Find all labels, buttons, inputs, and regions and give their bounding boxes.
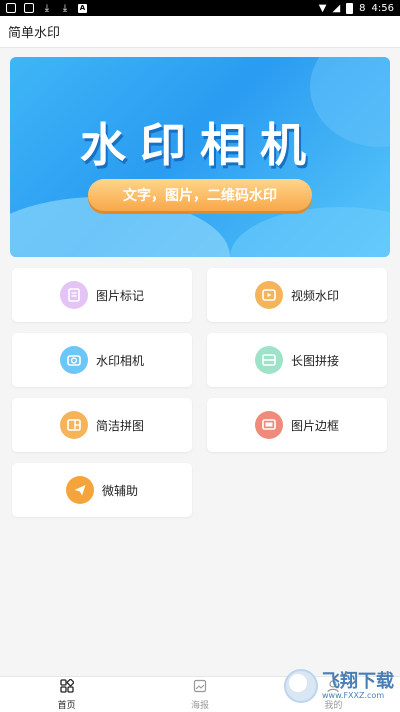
feature-label: 微辅助 [101, 483, 138, 498]
clock: 4:56 [371, 2, 394, 14]
app-bar: 简单水印 [0, 16, 400, 48]
download-icon: ⤓ [44, 2, 50, 14]
nav-item-home[interactable]: 首页 [0, 677, 133, 712]
wifi-icon: ▼ [318, 2, 327, 14]
battery-icon [346, 2, 354, 14]
notification-square-icon [24, 3, 34, 13]
feature-label: 长图拼接 [290, 353, 339, 368]
battery-level: 8 [359, 2, 366, 14]
feature-card-long-image[interactable]: 长图拼接 [207, 333, 387, 387]
banner-wave [230, 207, 390, 257]
feature-label: 简洁拼图 [95, 418, 144, 433]
tag-icon [59, 281, 88, 309]
banner[interactable]: 水印相机 文字，图片，二维码水印 [10, 57, 390, 257]
banner-title: 水印相机 [80, 118, 320, 172]
status-bar: ⤓ ⤓ A ▼ ◢ 8 4:56 [0, 0, 400, 16]
feature-label: 图片边框 [290, 418, 339, 433]
feature-card-image-frame[interactable]: 图片边框 [207, 398, 387, 452]
long-image-icon [254, 346, 283, 374]
page-title: 简单水印 [8, 26, 61, 41]
feature-label: 图片标记 [95, 288, 144, 303]
feature-card-simple-collage[interactable]: 简洁拼图 [12, 398, 192, 452]
notification-square-icon [6, 3, 16, 13]
nav-item-poster[interactable]: 海报 [133, 677, 266, 712]
home-grid-icon [60, 678, 74, 696]
app-notification-icon: A [78, 3, 87, 13]
nav-label: 首页 [57, 700, 76, 711]
feature-card-video-watermark[interactable]: 视频水印 [207, 268, 387, 322]
video-icon [254, 281, 283, 309]
feature-card-watermark-camera[interactable]: 水印相机 [12, 333, 192, 387]
watermark-logo-icon [284, 669, 318, 703]
site-watermark: 飞翔下载 www.FXXZ.com [284, 662, 398, 710]
feature-card-micro-assist[interactable]: 微辅助 [12, 463, 192, 517]
watermark-brand: 飞翔下载 [322, 670, 394, 692]
feature-label: 视频水印 [290, 288, 339, 303]
feature-label: 水印相机 [95, 353, 144, 368]
camera-icon [59, 346, 88, 374]
nav-label: 海报 [190, 700, 209, 711]
feature-card-image-tag[interactable]: 图片标记 [12, 268, 192, 322]
collage-icon [59, 411, 88, 439]
send-icon [65, 476, 94, 504]
poster-icon [193, 679, 207, 696]
frame-icon [254, 411, 283, 439]
download-icon: ⤓ [62, 2, 68, 14]
banner-subtitle: 文字，图片，二维码水印 [88, 179, 312, 211]
signal-icon: ◢ [332, 2, 341, 14]
watermark-url: www.FXXZ.com [322, 690, 385, 700]
